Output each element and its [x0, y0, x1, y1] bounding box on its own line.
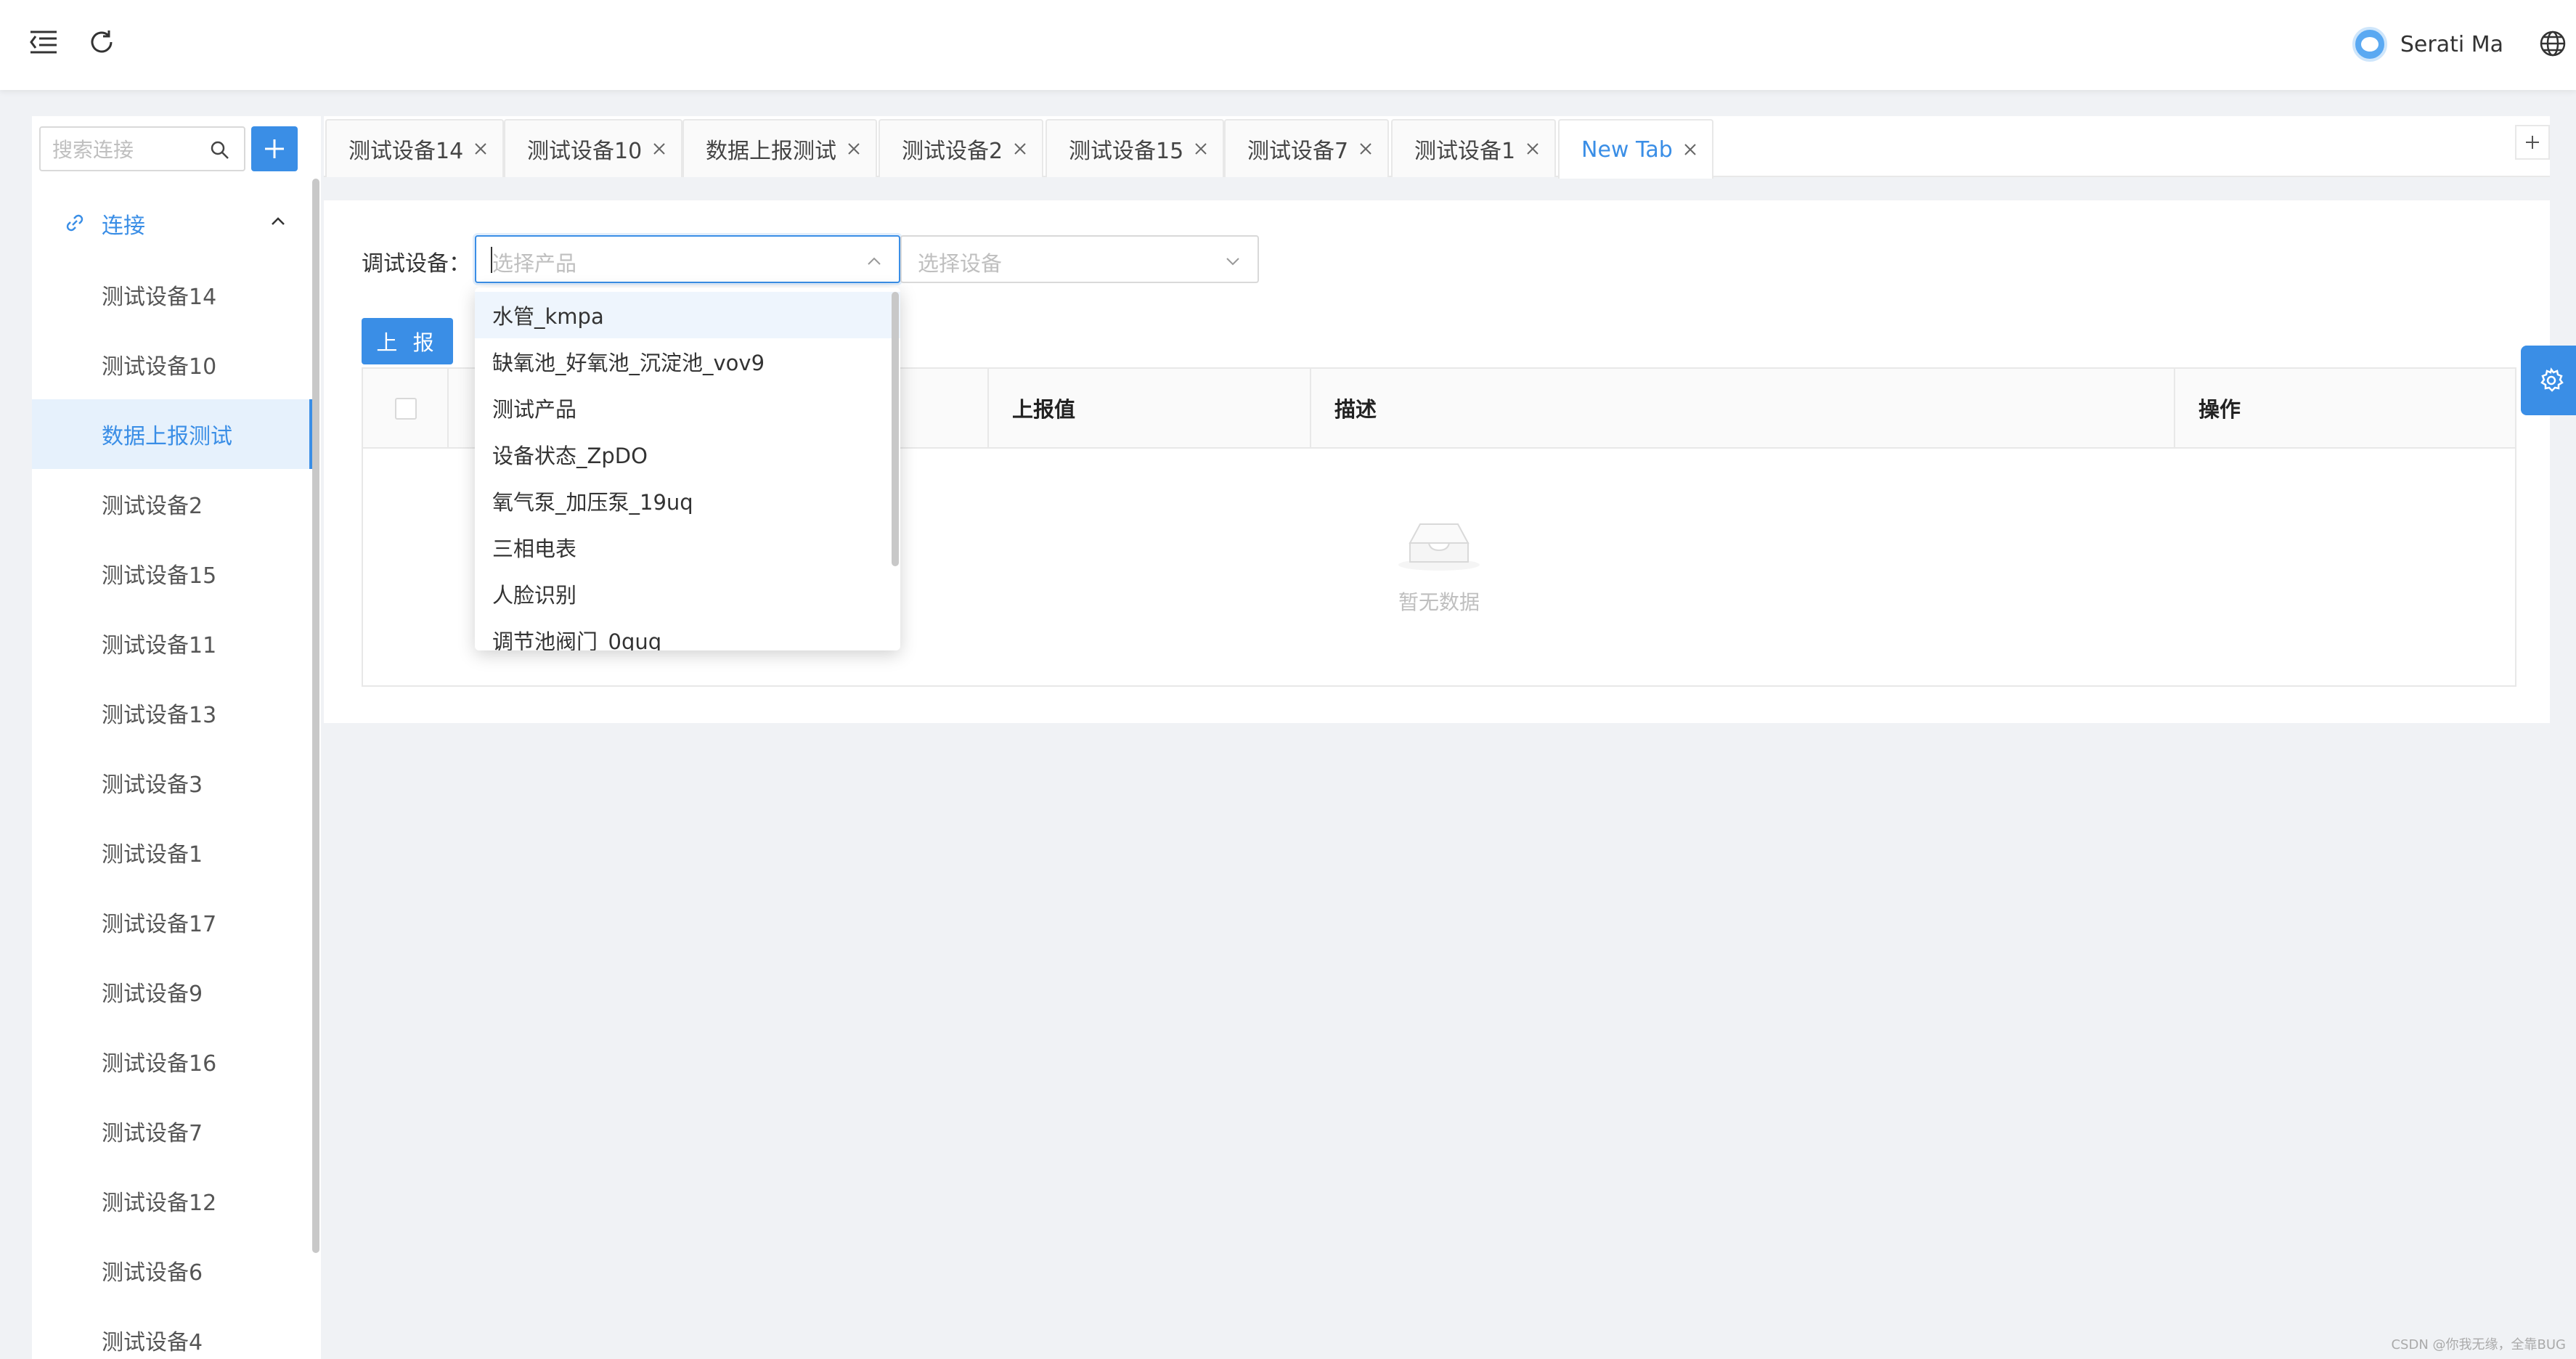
tab[interactable]: 测试设备10 — [504, 119, 683, 177]
product-select[interactable]: 选择产品 — [475, 235, 900, 283]
watermark: CSDN @你我无缘，全靠BUG — [2391, 1337, 2566, 1352]
dropdown-option[interactable]: 设备状态_ZpDO — [475, 431, 900, 478]
tab[interactable]: 数据上报测试 — [682, 119, 877, 177]
column-header-value: 上报值 — [987, 369, 1310, 447]
sidebar-item[interactable]: 测试设备14 — [32, 260, 314, 330]
tab-active[interactable]: New Tab — [1558, 119, 1713, 179]
chevron-up-icon — [868, 257, 881, 265]
menu-fold-icon[interactable] — [28, 26, 60, 58]
tab-label: 测试设备2 — [902, 139, 1003, 164]
tab[interactable]: 测试设备14 — [325, 119, 505, 177]
gear-icon — [2540, 367, 2564, 392]
add-connection-button[interactable] — [251, 126, 298, 171]
dropdown-option[interactable]: 水管_kmpa — [475, 292, 900, 338]
close-icon[interactable] — [1358, 142, 1373, 156]
empty-inbox-icon — [1398, 523, 1480, 571]
close-icon[interactable] — [1525, 142, 1540, 156]
empty-text: 暂无数据 — [1398, 590, 1480, 614]
avatar — [2352, 27, 2387, 62]
sidebar: 连接 测试设备14 测试设备10 数据上报测试 测试设备2 测试设备15 测试设… — [32, 116, 321, 1359]
select-all-checkbox[interactable] — [395, 398, 417, 420]
debug-device-label: 调试设备： — [362, 251, 470, 277]
close-icon[interactable] — [473, 142, 488, 156]
column-header-description: 描述 — [1310, 369, 2174, 447]
sidebar-item[interactable]: 测试设备11 — [32, 608, 314, 678]
close-icon[interactable] — [847, 142, 861, 156]
close-icon[interactable] — [1013, 142, 1027, 156]
search-connection-input[interactable] — [52, 135, 197, 164]
sidebar-item[interactable]: 测试设备9 — [32, 957, 314, 1027]
dropdown-option[interactable]: 调节池阀门_0quq — [475, 617, 900, 650]
settings-drawer-button[interactable] — [2521, 346, 2576, 415]
sidebar-scrollbar[interactable] — [312, 179, 319, 1253]
tab-label: 测试设备15 — [1069, 139, 1184, 164]
sidebar-item[interactable]: 测试设备16 — [32, 1027, 314, 1096]
tab-label: 测试设备10 — [527, 139, 643, 164]
plus-icon — [265, 139, 284, 158]
tab[interactable]: 测试设备1 — [1391, 119, 1557, 177]
tab[interactable]: 测试设备2 — [879, 119, 1044, 177]
tab-label: 数据上报测试 — [706, 139, 836, 164]
menu-group-label: 连接 — [102, 213, 145, 239]
menu-group-connection[interactable]: 连接 — [32, 186, 314, 258]
chevron-up-icon — [272, 217, 285, 225]
column-divider — [447, 369, 455, 447]
sidebar-item[interactable]: 测试设备6 — [32, 1236, 314, 1305]
sidebar-item[interactable]: 测试设备1 — [32, 817, 314, 887]
tab-label: 测试设备14 — [349, 139, 464, 164]
dropdown-option[interactable]: 三相电表 — [475, 524, 900, 571]
top-header: Serati Ma — [0, 0, 2576, 90]
empty-state: 暂无数据 — [1381, 514, 1497, 616]
tab-label: New Tab — [1581, 136, 1673, 163]
sidebar-item[interactable]: 测试设备17 — [32, 887, 314, 957]
add-tab-button[interactable] — [2515, 125, 2550, 160]
dropdown-scrollbar[interactable] — [892, 292, 899, 566]
user-menu[interactable]: Serati Ma — [2352, 26, 2503, 62]
dropdown-option[interactable]: 缺氧池_好氧池_沉淀池_vov9 — [475, 338, 900, 385]
device-select[interactable]: 选择设备 — [900, 235, 1259, 283]
chevron-down-icon — [1226, 258, 1239, 266]
plus-icon — [2526, 136, 2539, 149]
refresh-icon[interactable] — [86, 26, 118, 58]
sidebar-item[interactable]: 测试设备3 — [32, 748, 314, 817]
sidebar-item[interactable]: 测试设备10 — [32, 330, 314, 399]
dropdown-option[interactable]: 人脸识别 — [475, 571, 900, 617]
search-icon[interactable] — [209, 139, 231, 161]
report-button[interactable]: 上 报 — [362, 318, 453, 364]
sidebar-item[interactable]: 测试设备7 — [32, 1096, 314, 1166]
close-icon[interactable] — [652, 142, 667, 156]
link-icon — [66, 214, 83, 232]
sidebar-item[interactable]: 测试设备2 — [32, 469, 314, 539]
sidebar-menu: 测试设备14 测试设备10 数据上报测试 测试设备2 测试设备15 测试设备11… — [32, 260, 314, 1359]
tab[interactable]: 测试设备7 — [1224, 119, 1390, 177]
sidebar-item[interactable]: 测试设备4 — [32, 1305, 314, 1359]
column-header-actions: 操作 — [2174, 369, 2516, 447]
tab-label: 测试设备7 — [1247, 139, 1349, 164]
sidebar-item-active[interactable]: 数据上报测试 — [32, 399, 314, 469]
dropdown-option[interactable]: 氧气泵_加压泵_19uq — [475, 478, 900, 524]
close-icon[interactable] — [1194, 142, 1208, 156]
product-select-placeholder: 选择产品 — [492, 251, 577, 276]
username: Serati Ma — [2400, 31, 2503, 57]
device-select-placeholder: 选择设备 — [918, 251, 1003, 276]
sidebar-item[interactable]: 测试设备13 — [32, 678, 314, 748]
tab-label: 测试设备1 — [1414, 139, 1516, 164]
product-dropdown: 水管_kmpa 缺氧池_好氧池_沉淀池_vov9 测试产品 设备状态_ZpDO … — [475, 287, 900, 650]
sidebar-item[interactable]: 测试设备12 — [32, 1166, 314, 1236]
tab-bar: 测试设备14 测试设备10 数据上报测试 测试设备2 测试设备15 测试设备7 … — [324, 116, 2550, 179]
language-globe-icon[interactable] — [2538, 29, 2567, 58]
tab[interactable]: 测试设备15 — [1046, 119, 1225, 177]
close-icon[interactable] — [1683, 142, 1697, 157]
search-connection-box[interactable] — [39, 126, 245, 171]
dropdown-option[interactable]: 测试产品 — [475, 385, 900, 431]
sidebar-item[interactable]: 测试设备15 — [32, 539, 314, 608]
